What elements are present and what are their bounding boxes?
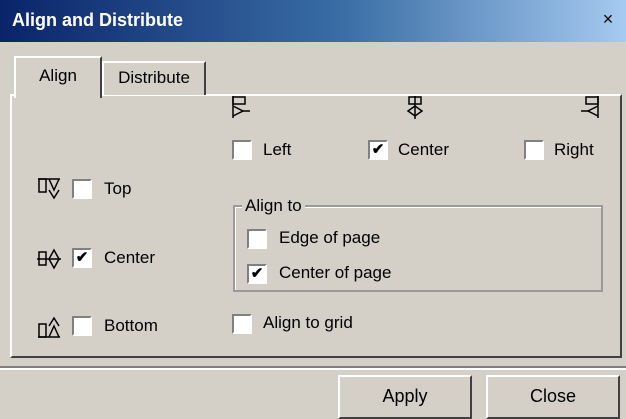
divider bbox=[0, 366, 626, 370]
title-bar[interactable]: Align and Distribute × bbox=[0, 0, 626, 42]
tab-distribute[interactable]: Distribute bbox=[102, 61, 206, 95]
align-distribute-dialog: Align and Distribute × Align Distribute … bbox=[0, 0, 626, 419]
tab-distribute-label: Distribute bbox=[118, 68, 190, 87]
tab-align-label: Align bbox=[39, 66, 77, 85]
window-title: Align and Distribute bbox=[12, 10, 183, 30]
apply-button[interactable]: Apply bbox=[338, 375, 472, 419]
close-button[interactable]: Close bbox=[486, 375, 620, 419]
close-icon[interactable]: × bbox=[598, 8, 618, 30]
tab-align[interactable]: Align bbox=[14, 56, 102, 98]
align-tab-panel bbox=[10, 94, 622, 358]
